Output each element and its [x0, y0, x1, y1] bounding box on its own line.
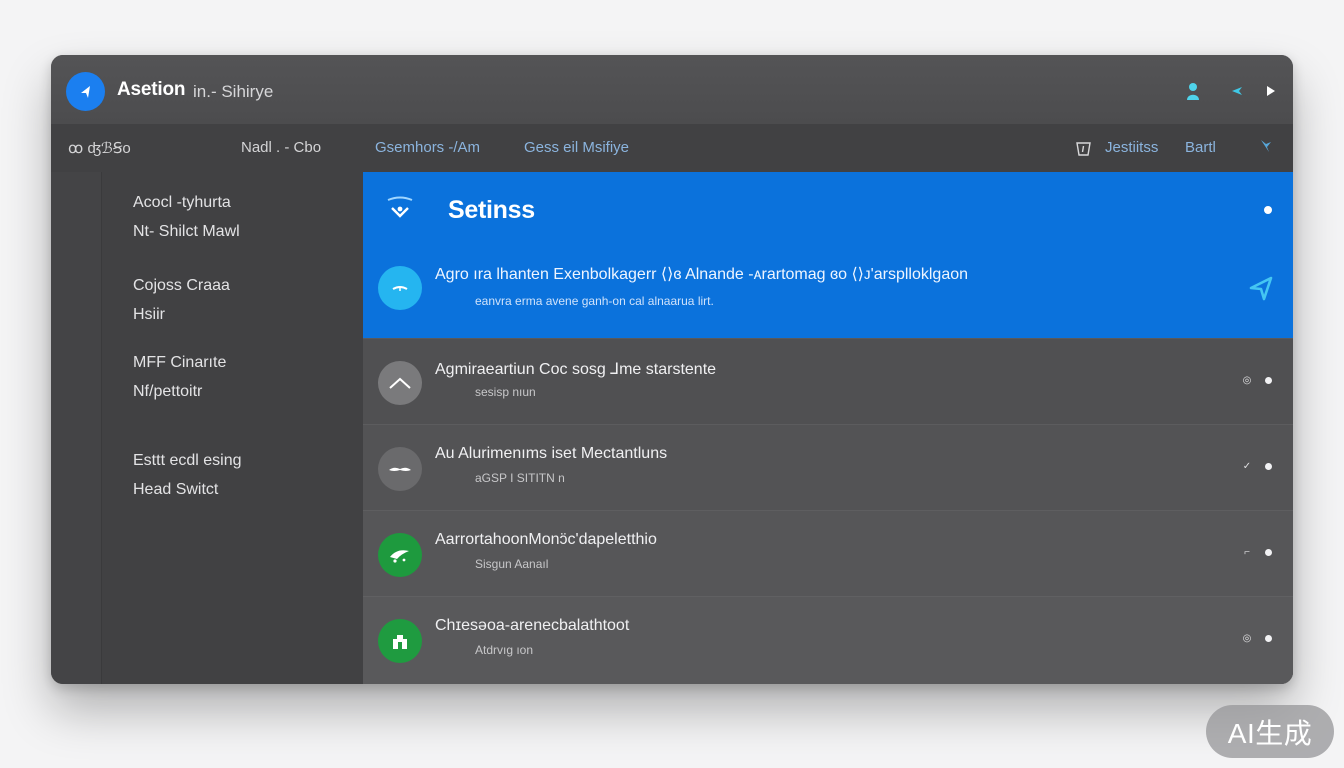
status-icon: ◎ [1242, 633, 1252, 644]
user-icon[interactable] [1183, 81, 1203, 101]
ai-generated-badge: AI生成 [1206, 705, 1334, 758]
list-item-subtitle: sesisp nıun [475, 385, 536, 399]
building-icon [378, 619, 422, 663]
sidebar-item-label: Esttt ecdl esing [133, 452, 242, 469]
sidebar-group-editing[interactable]: Esttt ecdl esing Head Switct [133, 446, 242, 504]
title-bar: Asetion in.- Sihirye [51, 55, 1293, 124]
more-dot-icon[interactable] [1264, 206, 1272, 214]
list-item-subtitle: eanvra erma avene ganh-on cal alnaarua l… [475, 294, 714, 308]
list-item[interactable]: Au Alurimenıms iset Mectantluns aGSP I S… [363, 424, 1293, 511]
sidebar-group-account[interactable]: Acocl -tyhurta Nt- Shilct Mawl [133, 188, 240, 246]
app-subtitle: in.- Sihirye [193, 82, 274, 101]
leaf-icon [378, 533, 422, 577]
list-item[interactable]: AarrortahoonMonɔ̈c'dapeletthio Sisgun Aa… [363, 510, 1293, 597]
shield-icon[interactable] [1075, 140, 1092, 157]
more-dot-icon[interactable] [1265, 635, 1272, 642]
list-item[interactable]: Agmiraeartiun Coc sosg ⅃me starstente se… [363, 338, 1293, 425]
sidebar-item-label: Acocl -tyhurta [133, 194, 231, 211]
wifi-shield-icon [383, 194, 417, 224]
toolbar-item-home[interactable]: ꝏ ʤℬꞨo [68, 139, 131, 157]
sidebar-item-label: Nf/pettoitr [133, 383, 203, 400]
sidebar-item-label: Head Switct [133, 481, 219, 498]
list-item-title: Agro ıra lhanten Exenbolkagerr ⟨⟩‍ɞ Alna… [435, 266, 969, 283]
play-icon[interactable] [1261, 81, 1281, 101]
sidebar-item-label: Cojoss Craaa [133, 277, 230, 294]
back-arrow-icon[interactable] [66, 72, 105, 111]
more-dot-icon[interactable] [1265, 377, 1272, 384]
list-item-subtitle: aGSP I SITITN n [475, 471, 565, 485]
sidebar-group-colors[interactable]: Cojoss Craaa Hsiir [133, 271, 230, 329]
sidebar-group-mff[interactable]: MFF Cinarıte Nf/pettoitr [133, 348, 226, 406]
list-item-title: Agmiraeartiun Coc sosg ⅃me starstente [435, 361, 717, 378]
list-item[interactable]: Chɪesəoa-arenecbalathtoot Atdrvıg ıon ◎ [363, 596, 1293, 684]
app-title: Asetion [117, 79, 186, 100]
sidebar-item-label: Nt- Shilct Mawl [133, 223, 240, 240]
pin-icon[interactable] [1258, 138, 1274, 154]
chart-line-icon [378, 361, 422, 405]
toolbar: ꝏ ʤℬꞨo Nadl . - Cbo Gsemhors -/Am Gess e… [51, 124, 1293, 173]
mustache-icon [378, 447, 422, 491]
status-icon: ⌐ [1244, 547, 1250, 558]
app-window: Asetion in.- Sihirye ꝏ ʤℬꞨo Nadl . - Cbo… [51, 55, 1293, 684]
sidebar: Acocl -tyhurta Nt- Shilct Mawl Cojoss Cr… [102, 172, 363, 684]
more-dot-icon[interactable] [1265, 463, 1272, 470]
page-title: Setinss [448, 196, 535, 224]
cloud-icon [378, 266, 422, 310]
list-item-selected[interactable]: Agro ıra lhanten Exenbolkagerr ⟨⟩‍ɞ Alna… [363, 250, 1293, 336]
list-item-subtitle: Atdrvıg ıon [475, 643, 534, 657]
more-dot-icon[interactable] [1265, 549, 1272, 556]
list-item-subtitle: Sisgun Aanaıl [475, 557, 549, 571]
sidebar-item-label: Hsiir [133, 306, 165, 323]
send-icon[interactable] [1247, 274, 1275, 302]
toolbar-item-settings[interactable]: Gess eil Msifiye [524, 139, 629, 156]
main-panel: Setinss Agro ıra lhanten Exenbolkagerr ⟨… [363, 172, 1293, 684]
status-icon: ◎ [1242, 375, 1252, 386]
toolbar-item-jestiitss[interactable]: Jestiitss [1105, 139, 1158, 156]
sidebar-item-label: MFF Cinarıte [133, 354, 227, 371]
cast-icon[interactable] [1227, 81, 1247, 101]
toolbar-item-general[interactable]: Gsemhors -/Am [375, 139, 480, 156]
status-icon: ✓ [1242, 461, 1252, 472]
toolbar-item-bartl[interactable]: Bartl [1185, 139, 1216, 156]
list-item-title: AarrortahoonMonɔ̈c'dapeletthio [435, 531, 657, 548]
list-item-title: Au Alurimenıms iset Mectantluns [435, 445, 668, 462]
settings-header: Setinss Agro ıra lhanten Exenbolkagerr ⟨… [363, 172, 1293, 338]
list-item-title: Chɪesəoa-arenecbalathtoot [435, 617, 630, 634]
sidebar-rail [51, 172, 102, 684]
toolbar-item-nav[interactable]: Nadl . - Cbo [241, 139, 321, 156]
